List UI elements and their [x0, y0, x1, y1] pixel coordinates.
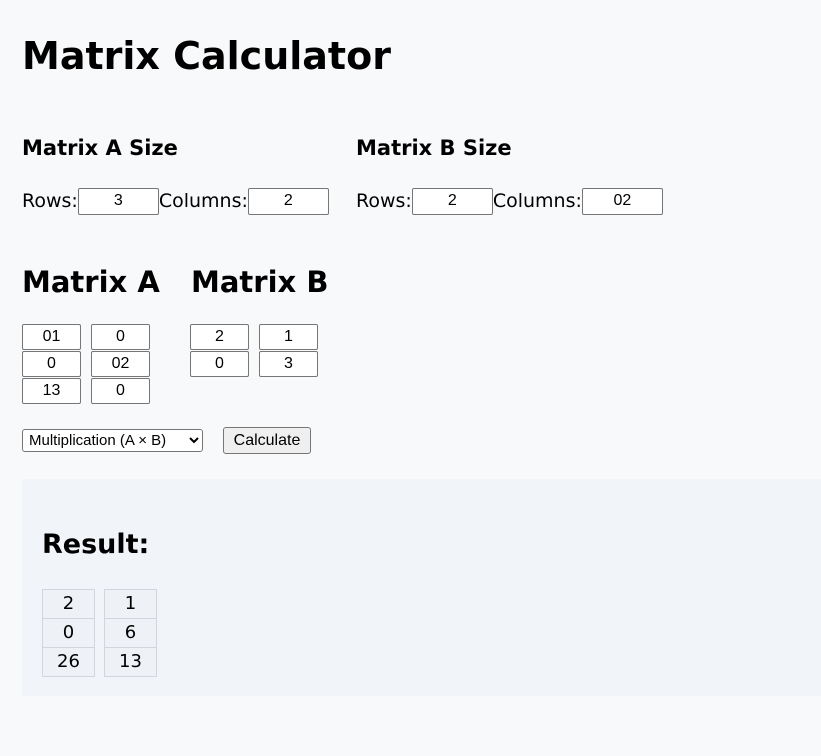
result-cell-2-0: 26	[42, 647, 95, 677]
matrix-b-cell-1-1[interactable]	[259, 351, 318, 377]
matrix-b-cell-0-1[interactable]	[259, 324, 318, 350]
matrix-b-cell-1-0[interactable]	[190, 351, 249, 377]
matrix-a-size-row: Rows: Columns:	[22, 187, 329, 215]
matrix-a-cell-2-1[interactable]	[91, 378, 150, 404]
result-heading: Result:	[42, 529, 150, 560]
matrix-a-heading: Matrix A	[22, 265, 160, 299]
matrix-a-size-heading: Matrix A Size	[22, 136, 178, 160]
matrix-b-heading: Matrix B	[191, 265, 329, 299]
matrix-b-columns-input[interactable]	[581, 187, 663, 215]
result-cell-1-0: 0	[42, 618, 95, 648]
matrix-a-rows-input[interactable]	[77, 187, 159, 215]
matrix-b-cell-0-0[interactable]	[190, 324, 249, 350]
result-cell-1-1: 6	[104, 618, 157, 648]
matrix-b-columns-label: Columns:	[492, 190, 582, 212]
matrix-b-size-row: Rows: Columns:	[356, 187, 663, 215]
matrix-a-cell-1-1[interactable]	[91, 351, 150, 377]
matrix-a-columns-input[interactable]	[247, 187, 329, 215]
calculate-button[interactable]: Calculate	[223, 427, 311, 454]
matrix-b-rows-input[interactable]	[411, 187, 493, 215]
matrix-b-size-heading: Matrix B Size	[356, 136, 512, 160]
result-cell-2-1: 13	[104, 647, 157, 677]
operation-select[interactable]: Multiplication (A × B)	[22, 429, 203, 452]
result-cell-0-0: 2	[42, 589, 95, 619]
matrix-calculator-page: Matrix Calculator Matrix A Size Rows: Co…	[0, 0, 821, 756]
matrix-a-rows-label: Rows:	[22, 190, 78, 212]
result-cell-0-1: 1	[104, 589, 157, 619]
matrix-a-cell-0-0[interactable]	[22, 324, 81, 350]
matrix-a-cell-0-1[interactable]	[91, 324, 150, 350]
matrix-b-rows-label: Rows:	[356, 190, 412, 212]
matrix-a-cell-1-0[interactable]	[22, 351, 81, 377]
matrix-a-cell-2-0[interactable]	[22, 378, 81, 404]
result-panel: Result: 2 1 0 6 26 13	[22, 479, 821, 696]
matrix-a-columns-label: Columns:	[158, 190, 248, 212]
page-title: Matrix Calculator	[22, 34, 391, 78]
